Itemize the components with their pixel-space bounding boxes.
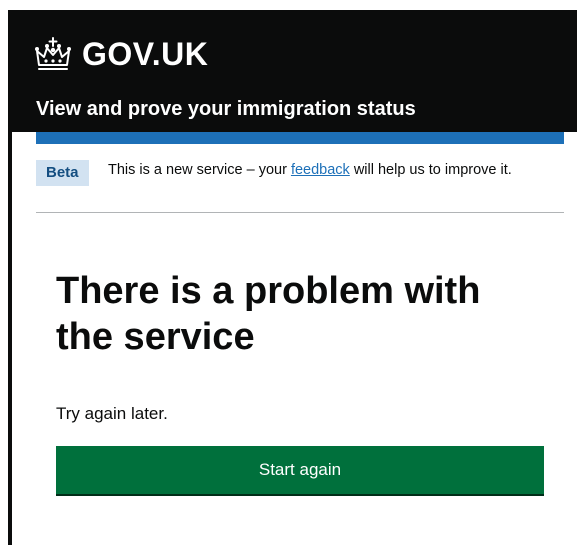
govuk-header: GOV.UK View and prove your immigration s… bbox=[12, 10, 577, 132]
phase-text-before: This is a new service – your bbox=[108, 162, 291, 178]
phase-banner: Beta This is a new service – your feedba… bbox=[36, 152, 564, 213]
govuk-logo-link[interactable]: GOV.UK bbox=[34, 36, 208, 73]
crown-icon bbox=[35, 36, 71, 70]
start-again-button[interactable]: Start again bbox=[56, 446, 544, 494]
phase-tag: Beta bbox=[36, 160, 89, 186]
feedback-link[interactable]: feedback bbox=[291, 162, 350, 178]
phase-text-after: will help us to improve it. bbox=[349, 162, 512, 178]
error-message: Try again later. bbox=[56, 404, 168, 423]
header-accent-bar bbox=[36, 132, 564, 144]
frame-left bbox=[0, 0, 8, 545]
service-name[interactable]: View and prove your immigration status bbox=[36, 98, 416, 121]
frame-top bbox=[0, 0, 577, 10]
logo-text: GOV.UK bbox=[82, 36, 209, 72]
page-title: There is a problem with the service bbox=[56, 270, 481, 358]
phase-banner-text: This is a new service – your feedback wi… bbox=[108, 161, 548, 179]
